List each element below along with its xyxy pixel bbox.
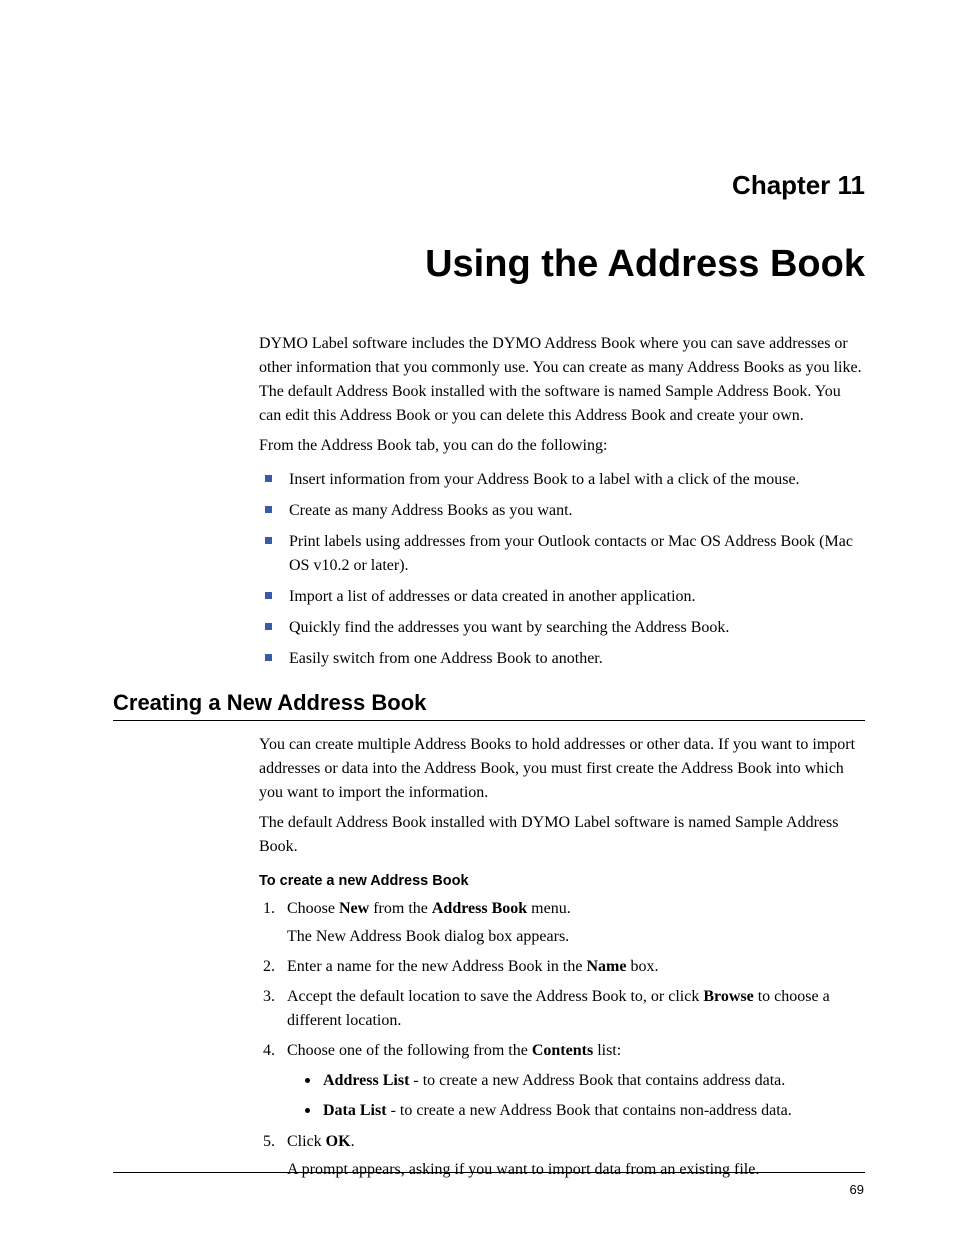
footer-rule (113, 1172, 865, 1173)
step-text: Choose (287, 900, 339, 917)
intro-bullet: Print labels using addresses from your O… (265, 530, 865, 580)
subitem-bold: Address List (323, 1072, 409, 1089)
step-bold: Contents (532, 1042, 593, 1059)
step-2: Enter a name for the new Address Book in… (279, 955, 865, 979)
step-4-subitem: Address List - to create a new Address B… (305, 1069, 865, 1094)
step-text: box. (626, 958, 658, 975)
section-paragraph-1: You can create multiple Address Books to… (259, 733, 865, 805)
section-heading: Creating a New Address Book (113, 690, 865, 721)
section-block: You can create multiple Address Books to… (259, 733, 865, 1183)
step-bold: OK (326, 1133, 351, 1150)
step-text: menu. (527, 900, 571, 917)
step-5: Click OK. A prompt appears, asking if yo… (279, 1130, 865, 1182)
intro-bullet: Create as many Address Books as you want… (265, 499, 865, 524)
intro-block: DYMO Label software includes the DYMO Ad… (259, 332, 865, 672)
intro-bullet-list: Insert information from your Address Boo… (259, 468, 865, 672)
step-3: Accept the default location to save the … (279, 985, 865, 1033)
step-bold: Name (586, 958, 626, 975)
step-text: Click (287, 1133, 326, 1150)
chapter-title: Using the Address Book (113, 243, 865, 286)
subitem-text: - to create a new Address Book that cont… (409, 1072, 785, 1089)
page-number: 69 (850, 1182, 864, 1197)
section-paragraph-2: The default Address Book installed with … (259, 811, 865, 859)
intro-bullet: Easily switch from one Address Book to a… (265, 647, 865, 672)
step-bold: Browse (703, 988, 753, 1005)
step-text: Choose one of the following from the (287, 1042, 532, 1059)
step-1: Choose New from the Address Book menu. T… (279, 897, 865, 949)
step-text: Accept the default location to save the … (287, 988, 703, 1005)
intro-paragraph-1: DYMO Label software includes the DYMO Ad… (259, 332, 865, 428)
procedure-heading: To create a new Address Book (259, 873, 865, 889)
intro-bullet: Import a list of addresses or data creat… (265, 585, 865, 610)
step-text: . (351, 1133, 355, 1150)
step-4: Choose one of the following from the Con… (279, 1039, 865, 1125)
step-text: Enter a name for the new Address Book in… (287, 958, 586, 975)
intro-bullet: Quickly find the addresses you want by s… (265, 616, 865, 641)
step-4-subitem: Data List - to create a new Address Book… (305, 1099, 865, 1124)
step-text: list: (593, 1042, 621, 1059)
intro-bullet: Insert information from your Address Boo… (265, 468, 865, 493)
step-text: from the (369, 900, 432, 917)
chapter-label: Chapter 11 (113, 170, 865, 201)
page-content: Chapter 11 Using the Address Book DYMO L… (113, 170, 865, 1188)
subitem-bold: Data List (323, 1102, 387, 1119)
procedure-steps: Choose New from the Address Book menu. T… (259, 897, 865, 1183)
step-4-sublist: Address List - to create a new Address B… (287, 1069, 865, 1125)
step-result: A prompt appears, asking if you want to … (287, 1158, 865, 1182)
subitem-text: - to create a new Address Book that cont… (387, 1102, 792, 1119)
intro-paragraph-2: From the Address Book tab, you can do th… (259, 434, 865, 458)
step-bold: New (339, 900, 369, 917)
step-bold: Address Book (432, 900, 527, 917)
step-result: The New Address Book dialog box appears. (287, 925, 865, 949)
